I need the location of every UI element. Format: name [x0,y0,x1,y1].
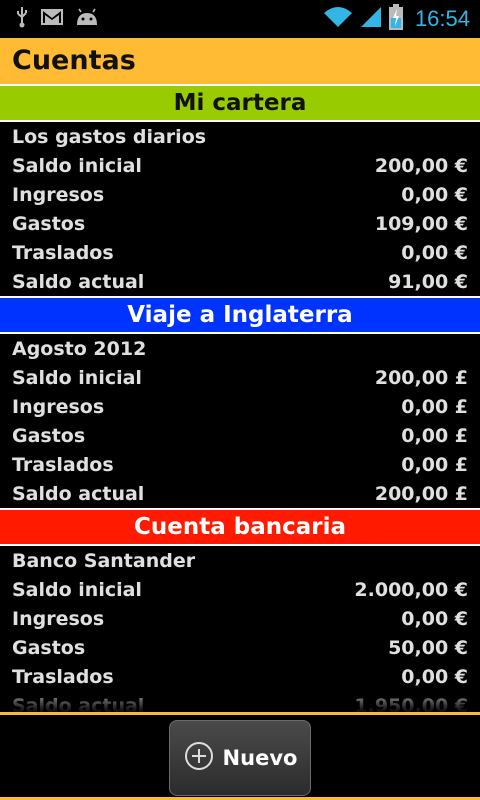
page-title: Cuentas [12,45,136,76]
action-bar: Cuentas [0,38,480,84]
battery-charging-icon [388,4,403,34]
account-description-row: Agosto 2012 [0,334,480,363]
account-header[interactable]: Cuenta bancaria [0,508,480,546]
account-card[interactable]: Mi cartera Los gastos diarios Saldo inic… [0,84,480,296]
table-row: Ingresos 0,00 £ [0,392,480,421]
row-value: 0,00 £ [401,453,468,476]
row-label: Saldo inicial [12,366,142,389]
account-description: Agosto 2012 [12,337,147,360]
account-description-row: Los gastos diarios [0,122,480,151]
row-value: 200,00 £ [374,366,468,389]
account-header[interactable]: Viaje a Inglaterra [0,296,480,334]
account-card[interactable]: Viaje a Inglaterra Agosto 2012 Saldo ini… [0,296,480,508]
row-value: 200,00 € [374,154,468,177]
table-row: Gastos 109,00 € [0,209,480,238]
table-row: Gastos 50,00 € [0,633,480,662]
row-label: Saldo inicial [12,154,142,177]
table-row: Saldo actual 200,00 £ [0,479,480,508]
android-icon [74,7,100,31]
row-label: Traslados [12,665,114,688]
accounts-list[interactable]: Mi cartera Los gastos diarios Saldo inic… [0,84,480,714]
clock: 16:54 [414,6,470,31]
account-name: Mi cartera [173,90,307,116]
row-label: Traslados [12,453,114,476]
usb-icon [14,6,30,32]
row-value: 50,00 € [388,636,468,659]
table-row: Traslados 0,00 £ [0,450,480,479]
signal-icon [359,5,383,33]
row-label: Ingresos [12,183,105,206]
wifi-icon [323,5,353,33]
row-label: Gastos [12,636,86,659]
gmail-icon [40,8,64,30]
row-label: Saldo inicial [12,578,142,601]
row-label: Ingresos [12,607,105,630]
account-name: Cuenta bancaria [133,514,346,540]
row-label: Saldo actual [12,482,145,505]
row-label: Gastos [12,212,86,235]
account-name: Viaje a Inglaterra [127,302,353,328]
add-circle-icon [183,740,215,777]
row-label: Ingresos [12,395,105,418]
table-row: Saldo actual 91,00 € [0,267,480,296]
row-value: 0,00 € [401,183,468,206]
status-bar: 16:54 [0,0,480,38]
row-label: Gastos [12,424,86,447]
table-row: Traslados 0,00 € [0,662,480,691]
account-description: Los gastos diarios [12,125,207,148]
account-description-row: Banco Santander [0,546,480,575]
row-value: 0,00 € [401,241,468,264]
table-row: Saldo actual 1.950,00 € [0,691,480,715]
row-value: 0,00 £ [401,424,468,447]
row-value: 0,00 £ [401,395,468,418]
table-row: Saldo inicial 2.000,00 € [0,575,480,604]
row-value: 2.000,00 € [354,578,468,601]
bottom-bar: Nuevo [0,712,480,800]
new-account-button[interactable]: Nuevo [169,720,311,796]
row-value: 109,00 € [374,212,468,235]
table-row: Ingresos 0,00 € [0,604,480,633]
table-row: Saldo inicial 200,00 € [0,151,480,180]
table-row: Ingresos 0,00 € [0,180,480,209]
table-row: Gastos 0,00 £ [0,421,480,450]
row-label: Traslados [12,241,114,264]
table-row: Saldo inicial 200,00 £ [0,363,480,392]
row-value: 0,00 € [401,665,468,688]
row-value: 91,00 € [388,270,468,293]
account-header[interactable]: Mi cartera [0,84,480,122]
account-card[interactable]: Cuenta bancaria Banco Santander Saldo in… [0,508,480,714]
new-account-label: Nuevo [222,746,298,770]
row-value: 200,00 £ [374,482,468,505]
account-description: Banco Santander [12,549,196,572]
table-row: Traslados 0,00 € [0,238,480,267]
row-label: Saldo actual [12,270,145,293]
row-value: 0,00 € [401,607,468,630]
